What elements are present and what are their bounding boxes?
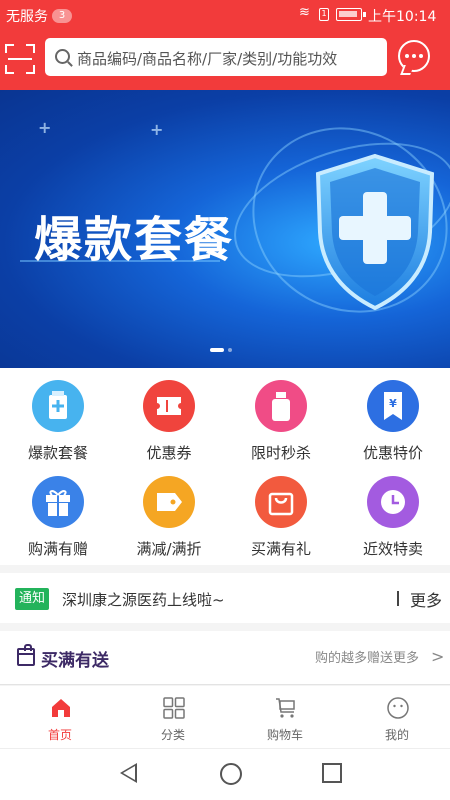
category-item[interactable]: ¥ 优惠特价	[337, 368, 449, 462]
tab-home[interactable]: 首页	[4, 686, 116, 748]
notice-bar[interactable]: 通知 深圳康之源医药上线啦~ 更多	[0, 573, 450, 623]
category-item[interactable]: 近效特卖	[337, 464, 449, 558]
shopping-bag-icon	[255, 476, 307, 528]
category-label: 买满有礼	[250, 540, 311, 558]
chat-bubble-icon[interactable]	[398, 40, 430, 72]
home-circle-icon[interactable]	[220, 763, 242, 785]
search-placeholder: 商品编码/商品名称/厂家/类别/功能功效	[77, 50, 338, 68]
more-link[interactable]: 更多	[410, 587, 442, 611]
gift-icon	[32, 476, 84, 528]
promo-section-header[interactable]: 买满有送 购的越多赠送更多 >	[0, 631, 450, 685]
category-item[interactable]: 爆款套餐	[2, 368, 114, 462]
gift-box-icon	[17, 644, 35, 666]
tab-label: 购物车	[266, 728, 303, 742]
home-icon	[52, 699, 70, 717]
battery-icon	[336, 8, 366, 21]
plus-decoration: +	[38, 118, 52, 137]
tab-profile[interactable]: 我的	[341, 686, 450, 748]
search-icon	[55, 49, 70, 64]
divider	[397, 591, 399, 606]
bottle-icon	[255, 380, 307, 432]
medicine-box-icon	[32, 380, 84, 432]
recent-apps-icon[interactable]	[322, 763, 342, 783]
category-item[interactable]: 限时秒杀	[225, 368, 337, 462]
category-item[interactable]: 买满有礼	[225, 464, 337, 558]
category-label: 近效特卖	[362, 540, 423, 558]
back-icon[interactable]	[120, 763, 137, 783]
system-navigation-bar	[0, 748, 450, 800]
app-header: 无服务 3 ≋ 1 上午10:14 商品编码/商品名称/厂家/类别/功能功效	[0, 0, 450, 90]
tab-label: 分类	[160, 728, 185, 742]
bottom-tab-bar: 首页 分类 购物车 我的	[0, 686, 450, 748]
notification-count-badge: 3	[52, 9, 72, 23]
clock-icon	[367, 476, 419, 528]
wifi-icon: ≋	[299, 5, 310, 20]
notice-message[interactable]: 深圳康之源医药上线啦~	[62, 589, 225, 610]
tag-icon	[143, 476, 195, 528]
plus-decoration: +	[150, 120, 164, 139]
promo-title: 买满有送	[41, 651, 109, 671]
yen-bookmark-icon: ¥	[367, 380, 419, 432]
shield-cross-icon	[315, 153, 435, 311]
chevron-right-icon[interactable]: >	[431, 647, 444, 666]
notice-tag: 通知	[15, 588, 50, 610]
tab-category[interactable]: 分类	[117, 686, 229, 748]
banner-title: 爆款套餐	[34, 212, 235, 268]
carousel-dot	[228, 348, 232, 352]
category-label: 限时秒杀	[250, 444, 311, 462]
grid-icon	[163, 697, 185, 719]
category-item[interactable]: 优惠券	[113, 368, 225, 462]
category-label: 优惠特价	[362, 444, 423, 462]
category-item[interactable]: 满减/满折	[113, 464, 225, 558]
promo-subtitle[interactable]: 购的越多赠送更多	[315, 647, 419, 666]
category-label: 购满有赠	[27, 540, 88, 558]
clock-time: 上午10:14	[368, 9, 437, 25]
ticket-icon	[143, 380, 195, 432]
category-item[interactable]: 购满有赠	[2, 464, 114, 558]
search-input[interactable]: 商品编码/商品名称/厂家/类别/功能功效	[45, 38, 387, 76]
category-label: 优惠券	[146, 444, 192, 462]
category-label: 爆款套餐	[27, 444, 88, 462]
carousel-indicator	[210, 348, 232, 352]
sim-icon: 1	[319, 8, 329, 21]
status-bar: 无服务 3 ≋ 1 上午10:14	[0, 0, 450, 30]
cart-icon	[276, 698, 295, 718]
svg-text:¥: ¥	[389, 397, 397, 410]
tab-cart[interactable]: 购物车	[229, 686, 341, 748]
carrier-label: 无服务	[6, 9, 48, 25]
category-label: 满减/满折	[136, 540, 202, 558]
carousel-dot-active	[210, 348, 224, 352]
tab-label: 我的	[384, 728, 409, 742]
category-grid: 爆款套餐 优惠券 限时秒杀 ¥ 优惠特价 购满有赠 满减/满折 买满有礼 近效特…	[0, 368, 450, 565]
tab-label: 首页	[47, 728, 72, 742]
scan-icon[interactable]	[5, 44, 35, 74]
promo-banner[interactable]: + + 爆款套餐	[0, 90, 450, 368]
smiley-icon	[387, 697, 409, 719]
